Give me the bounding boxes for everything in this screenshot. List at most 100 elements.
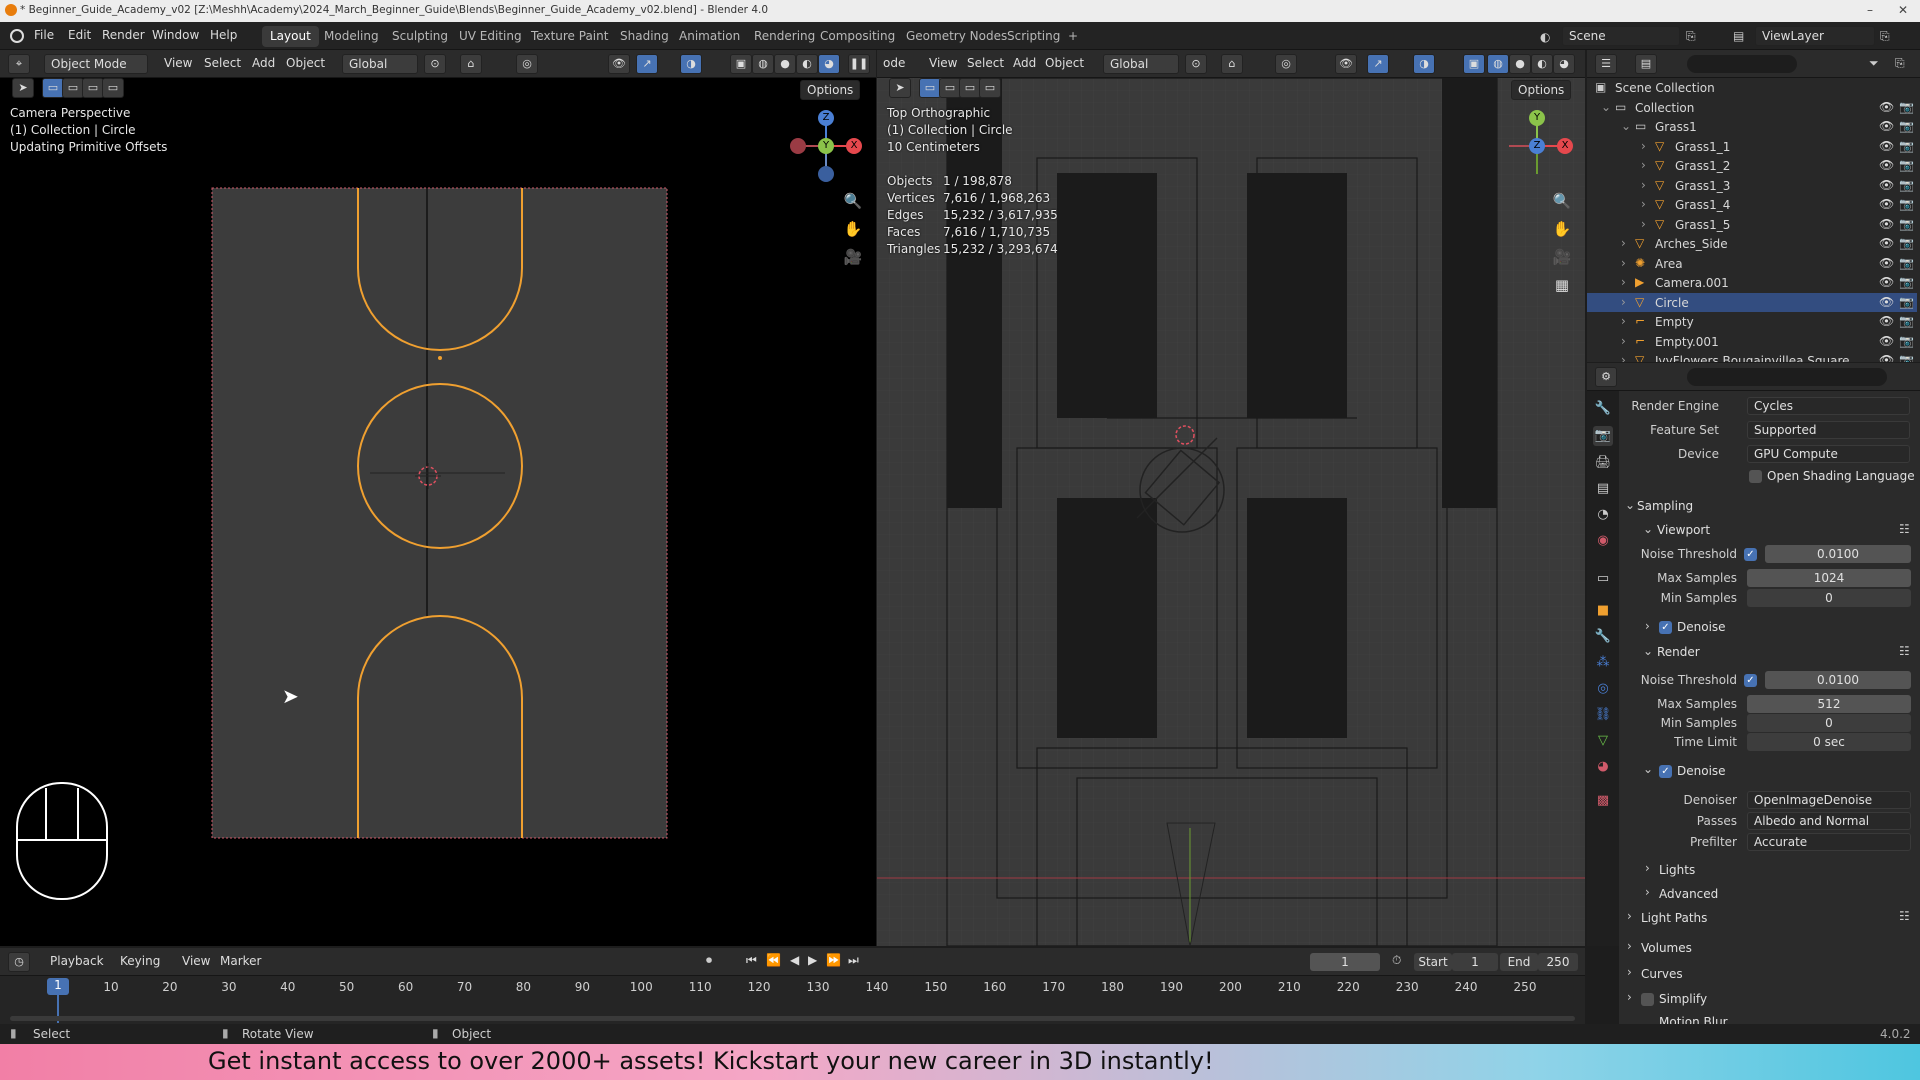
visibility-eye-icon[interactable]: 👁 [1879, 197, 1894, 211]
vp-min-samples-field[interactable]: 0 [1747, 589, 1911, 607]
start-frame-field[interactable]: 1 [1452, 953, 1498, 971]
left-navigation-gizmo[interactable]: Z X Y [786, 106, 866, 186]
marker-menu[interactable]: Marker [214, 952, 267, 972]
gizmo-y-axis[interactable]: Y [818, 138, 834, 154]
device-dropdown[interactable]: GPU Compute [1747, 445, 1910, 463]
render-visibility-icon[interactable]: 📷 [1899, 158, 1914, 172]
expand-chevron-icon[interactable]: › [1621, 295, 1626, 309]
overlay-toggle-icon[interactable]: ◑ [680, 54, 702, 74]
right-select-tool-icon[interactable]: ➤ [889, 78, 911, 98]
right-select-extend-icon[interactable]: ▭ [939, 78, 961, 98]
view-layer-icon[interactable]: ▤ [1733, 29, 1744, 43]
outliner-row[interactable]: › ▽ Grass1_3 👁 📷 [1587, 176, 1917, 196]
current-frame-field[interactable]: 1 [1310, 953, 1380, 971]
visibility-eye-icon[interactable]: 👁 [1879, 295, 1894, 309]
light-paths-panel-header[interactable]: Light Paths [1641, 911, 1707, 925]
gizmo-z-axis[interactable]: Z [818, 110, 834, 126]
outliner-row[interactable]: › ▽ Grass1_4 👁 📷 [1587, 195, 1917, 215]
outliner-row[interactable]: › ▶ Camera.001 👁 📷 [1587, 273, 1917, 293]
expand-chevron-icon[interactable]: › [1641, 158, 1646, 172]
scene-icon[interactable]: ◐ [1540, 30, 1550, 44]
visibility-eye-icon[interactable]: 👁 [1879, 119, 1894, 133]
vp-denoise-checkbox[interactable]: ✓ [1659, 621, 1672, 634]
world-tab-icon[interactable]: ◉ [1593, 531, 1613, 551]
vp-noise-threshold-checkbox[interactable]: ✓ [1744, 548, 1757, 561]
menu-file[interactable]: File [34, 28, 54, 42]
constraints-tab-icon[interactable]: ⛓ [1593, 705, 1613, 725]
advanced-subpanel-header[interactable]: Advanced [1659, 887, 1718, 901]
prefilter-dropdown[interactable]: Accurate [1747, 833, 1911, 851]
visibility-eye-icon[interactable]: 👁 [1879, 236, 1894, 250]
gizmo-x-axis[interactable]: X [846, 138, 862, 154]
particles-tab-icon[interactable]: ⁂ [1593, 653, 1613, 673]
right-gizmo-z-axis[interactable]: Z [1529, 138, 1545, 154]
tab-sculpting[interactable]: Sculpting [384, 26, 456, 47]
pan-hand-icon[interactable]: ✋ [840, 216, 866, 242]
expand-chevron-icon[interactable]: › [1641, 178, 1646, 192]
r-denoise-checkbox[interactable]: ✓ [1659, 765, 1672, 778]
render-presets-icon[interactable]: ☷ [1899, 644, 1910, 658]
right-pivot-icon[interactable]: ⊙ [1185, 54, 1207, 74]
new-scene-icon[interactable]: ⎘ [1686, 29, 1696, 44]
gizmo-toggle-icon[interactable]: ↗ [636, 54, 658, 74]
lights-chevron-icon[interactable]: › [1645, 861, 1650, 875]
render-visibility-icon[interactable]: 📷 [1899, 100, 1914, 114]
tool-tab-icon[interactable]: 🔧 [1593, 399, 1613, 419]
expand-chevron-icon[interactable]: › [1641, 197, 1646, 211]
right-snap-icon[interactable]: ⌂ [1221, 54, 1243, 74]
add-workspace-button[interactable]: + [1060, 26, 1086, 47]
right-object-menu[interactable]: Object [1039, 54, 1090, 74]
right-overlay-toggle-icon[interactable]: ◑ [1413, 54, 1435, 74]
gizmo-neg-z[interactable] [818, 166, 834, 182]
tab-texture-paint[interactable]: Texture Paint [523, 26, 616, 47]
view-layer-tab-icon[interactable]: ▤ [1593, 479, 1613, 499]
outliner-row[interactable]: ⌄ ▭ Grass1 👁 📷 [1587, 117, 1917, 137]
curves-panel-header[interactable]: Curves [1641, 967, 1683, 981]
render-visibility-icon[interactable]: 📷 [1899, 139, 1914, 153]
proportional-edit-icon[interactable]: ◎ [516, 54, 538, 74]
right-mode-dropdown[interactable]: ode [877, 54, 911, 74]
preview-range-icon[interactable]: ⏱ [1392, 953, 1401, 968]
right-navigation-gizmo[interactable]: Y X Z [1497, 106, 1577, 186]
expand-chevron-icon[interactable]: › [1621, 353, 1626, 362]
collection-tab-icon[interactable]: ▭ [1593, 569, 1613, 589]
outliner-editor-type-icon[interactable]: ☰ [1595, 54, 1617, 74]
scene-selector[interactable]: Scene [1562, 26, 1680, 46]
render-visibility-icon[interactable]: 📷 [1899, 197, 1914, 211]
menu-render[interactable]: Render [102, 28, 145, 42]
outliner-row[interactable]: › ✺ Area 👁 📷 [1587, 254, 1917, 274]
outliner-filter-icon[interactable]: ⏷ [1869, 56, 1879, 71]
visibility-eye-icon[interactable]: 👁 [1879, 139, 1894, 153]
ortho-grid-icon[interactable]: ▦ [1549, 272, 1575, 298]
jump-end-icon[interactable]: ⏭ [848, 953, 859, 968]
jump-start-icon[interactable]: ⏮ [746, 953, 757, 968]
render-visibility-icon[interactable]: 📷 [1899, 334, 1914, 348]
object-tab-icon[interactable]: ■ [1593, 601, 1613, 621]
properties-editor-type-icon[interactable]: ⚙ [1595, 367, 1617, 387]
gizmo-neg-x[interactable] [790, 138, 806, 154]
xray-icon[interactable]: ▣ [730, 54, 752, 74]
visibility-eye-icon[interactable]: 👁 [1879, 314, 1894, 328]
viewport-subpanel-header[interactable]: Viewport [1657, 523, 1710, 537]
right-material-icon[interactable]: ◐ [1531, 54, 1553, 74]
play-icon[interactable]: ▶ [808, 953, 817, 967]
expand-chevron-icon[interactable]: ⌄ [1601, 100, 1611, 114]
expand-chevron-icon[interactable]: › [1641, 139, 1646, 153]
tab-geometry-nodes[interactable]: Geometry Nodes [898, 26, 1015, 47]
material-tab-icon[interactable]: ◕ [1593, 757, 1613, 777]
outliner-search-field[interactable] [1687, 55, 1797, 73]
render-visibility-icon[interactable]: 📷 [1899, 236, 1914, 250]
texture-tab-icon[interactable]: ▩ [1593, 791, 1613, 811]
expand-chevron-icon[interactable]: › [1621, 256, 1626, 270]
outliner-row[interactable]: › ⌐ Empty.001 👁 📷 [1587, 332, 1917, 352]
visibility-eye-icon[interactable]: 👁 [1879, 275, 1894, 289]
menu-edit[interactable]: Edit [68, 28, 91, 42]
menu-help[interactable]: Help [210, 28, 237, 42]
modifier-tab-icon[interactable]: 🔧 [1593, 627, 1613, 647]
end-frame-field[interactable]: 250 [1538, 953, 1578, 971]
right-zoom-icon[interactable]: 🔍 [1549, 188, 1575, 214]
right-viewport[interactable]: ➤ ▭ ▭ ▭ ▭ Options Top Orthographic (1) C… [877, 78, 1585, 946]
right-wireframe-icon[interactable]: ◍ [1487, 54, 1509, 74]
timeline-editor-type-icon[interactable]: ◷ [8, 952, 30, 972]
material-shading-icon[interactable]: ◐ [796, 54, 818, 74]
